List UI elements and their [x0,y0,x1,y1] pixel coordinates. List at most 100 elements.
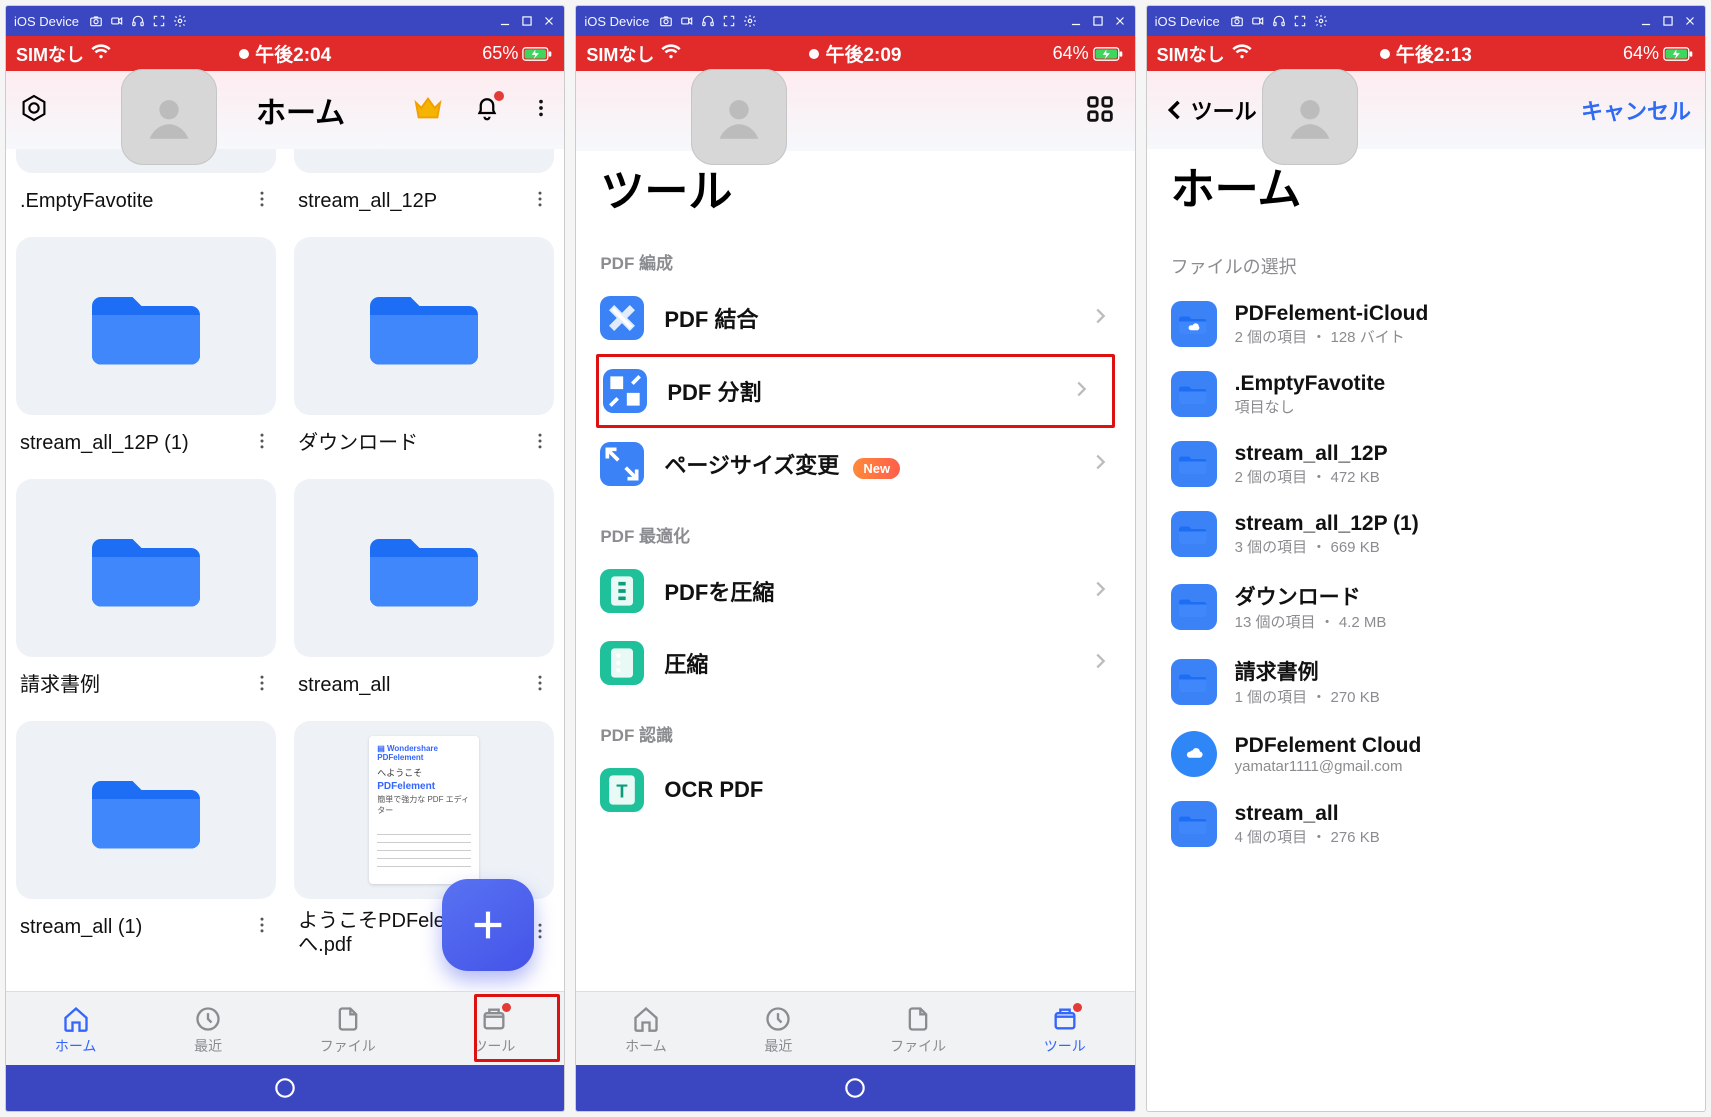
tile-more-icon[interactable] [252,673,272,698]
camera-icon [89,14,103,28]
minimize-icon[interactable] [498,14,512,28]
folder-name: stream_all_12P (1) [20,431,189,455]
chrome-icons [659,14,757,28]
file-row[interactable]: stream_all_12P (1)3 個の項目 ・ 669 KB [1167,499,1685,569]
tab-tools[interactable]: ツール [473,1005,515,1056]
status-bar: SIMなし 午後2:13 64% [1147,36,1705,71]
resize-icon [600,442,644,486]
tile-more-icon[interactable] [252,189,272,214]
tile-more-icon[interactable] [252,431,272,456]
tool-page-resize[interactable]: ページサイズ変更 New [576,428,1134,500]
file-row[interactable]: PDFelement-iCloud2 個の項目 ・ 128 バイト [1167,289,1685,359]
close-icon[interactable] [1683,14,1697,28]
gear-icon[interactable] [1314,14,1328,28]
back-button[interactable]: ツール [1161,94,1257,126]
expand-icon [722,14,736,28]
close-icon[interactable] [1113,14,1127,28]
avatar[interactable] [1262,69,1358,165]
cloud-folder-icon [1171,301,1217,347]
folder-icon [369,279,479,374]
folder-tile[interactable]: stream_all_12P (1) [16,237,276,461]
battery-icon [522,45,554,63]
gear-icon[interactable] [743,14,757,28]
folder-tile[interactable]: stream_all (1) [16,721,276,957]
file-name: stream_all_12P [1235,442,1388,466]
minimize-icon[interactable] [1639,14,1653,28]
tab-files[interactable]: ファイル [320,1005,376,1056]
tab-home[interactable]: ホーム [625,1005,667,1056]
minimize-icon[interactable] [1069,14,1083,28]
file-row[interactable]: .EmptyFavotite項目なし [1167,359,1685,429]
tile-more-icon[interactable] [530,189,550,214]
file-row[interactable]: ダウンロード13 個の項目 ・ 4.2 MB [1167,569,1685,644]
tool-pdf-split[interactable]: PDF 分割 [596,354,1114,428]
file-row[interactable]: PDFelement Cloudyamatar1111@gmail.com [1167,719,1685,789]
gear-icon[interactable] [173,14,187,28]
battery-percent: 64% [1053,43,1089,64]
folder-tile[interactable]: stream_all [294,479,554,703]
close-icon[interactable] [542,14,556,28]
page-title: ホーム [256,88,345,132]
bell-icon[interactable] [472,93,502,128]
folder-tile[interactable]: stream_all_12P [294,149,554,219]
clock: 午後2:04 [255,40,331,67]
tool-compress-pdf[interactable]: PDFを圧縮 [576,555,1134,627]
chevron-right-icon [1089,451,1111,478]
folder-tile[interactable]: ダウンロード [294,237,554,461]
tool-compress[interactable]: 圧縮 [576,627,1134,699]
tab-bar: ホーム 最近 ファイル ツール [6,991,564,1065]
headphones-icon [131,14,145,28]
tile-more-icon[interactable] [530,673,550,698]
section-pdf-edit: PDF 編成 [576,233,1134,282]
folder-icon [91,521,201,616]
maximize-icon[interactable] [1091,14,1105,28]
compress-pdf-icon [600,569,644,613]
add-button[interactable] [442,879,534,971]
grid-view-icon[interactable] [1083,92,1117,131]
tab-tools[interactable]: ツール [1044,1005,1086,1056]
merge-icon [600,296,644,340]
tile-more-icon[interactable] [530,431,550,456]
settings-icon[interactable] [18,92,50,129]
back-label: ツール [1191,94,1257,126]
window-title: iOS Device [14,14,79,29]
battery-percent: 65% [482,43,518,64]
tool-label: PDF 結合 [664,302,1068,334]
window-chrome: iOS Device [6,6,564,36]
file-name: PDFelement-iCloud [1235,302,1429,326]
nav-circle-icon[interactable] [272,1075,298,1101]
tab-files[interactable]: ファイル [890,1005,946,1056]
file-meta: 3 個の項目 ・ 669 KB [1235,536,1419,557]
tool-ocr[interactable]: T OCR PDF [576,754,1134,812]
tool-pdf-merge[interactable]: PDF 結合 [576,282,1134,354]
folder-icon [369,521,479,616]
file-meta: 1 個の項目 ・ 270 KB [1235,686,1380,707]
file-meta: 13 個の項目 ・ 4.2 MB [1235,611,1387,632]
file-row[interactable]: stream_all4 個の項目 ・ 276 KB [1167,789,1685,859]
crown-icon[interactable] [412,92,444,129]
tab-recent[interactable]: 最近 [194,1005,222,1056]
tab-home[interactable]: ホーム [55,1005,97,1056]
avatar[interactable] [121,69,217,165]
folder-tile[interactable]: 請求書例 [16,479,276,703]
file-row[interactable]: 請求書例1 個の項目 ・ 270 KB [1167,644,1685,719]
cancel-button[interactable]: キャンセル [1581,94,1691,126]
folder-name: ダウンロード [298,431,418,455]
more-icon[interactable] [530,97,552,124]
split-icon [603,369,647,413]
file-meta: 2 個の項目 ・ 128 バイト [1235,326,1429,347]
maximize-icon[interactable] [1661,14,1675,28]
page-title: ツール [576,151,1134,233]
screen-file-picker: iOS Device SIMなし 午後2:13 64% [1147,6,1705,1111]
chevron-right-icon [1070,378,1092,405]
tab-recent[interactable]: 最近 [764,1005,792,1056]
window-chrome: iOS Device [576,6,1134,36]
clock: 午後2:09 [825,40,901,67]
nav-circle-icon[interactable] [842,1075,868,1101]
tile-more-icon[interactable] [252,915,272,940]
avatar[interactable] [691,69,787,165]
file-row[interactable]: stream_all_12P2 個の項目 ・ 472 KB [1167,429,1685,499]
maximize-icon[interactable] [520,14,534,28]
page-title: ホーム [1167,149,1685,231]
file-name: .EmptyFavotite [1235,372,1386,396]
